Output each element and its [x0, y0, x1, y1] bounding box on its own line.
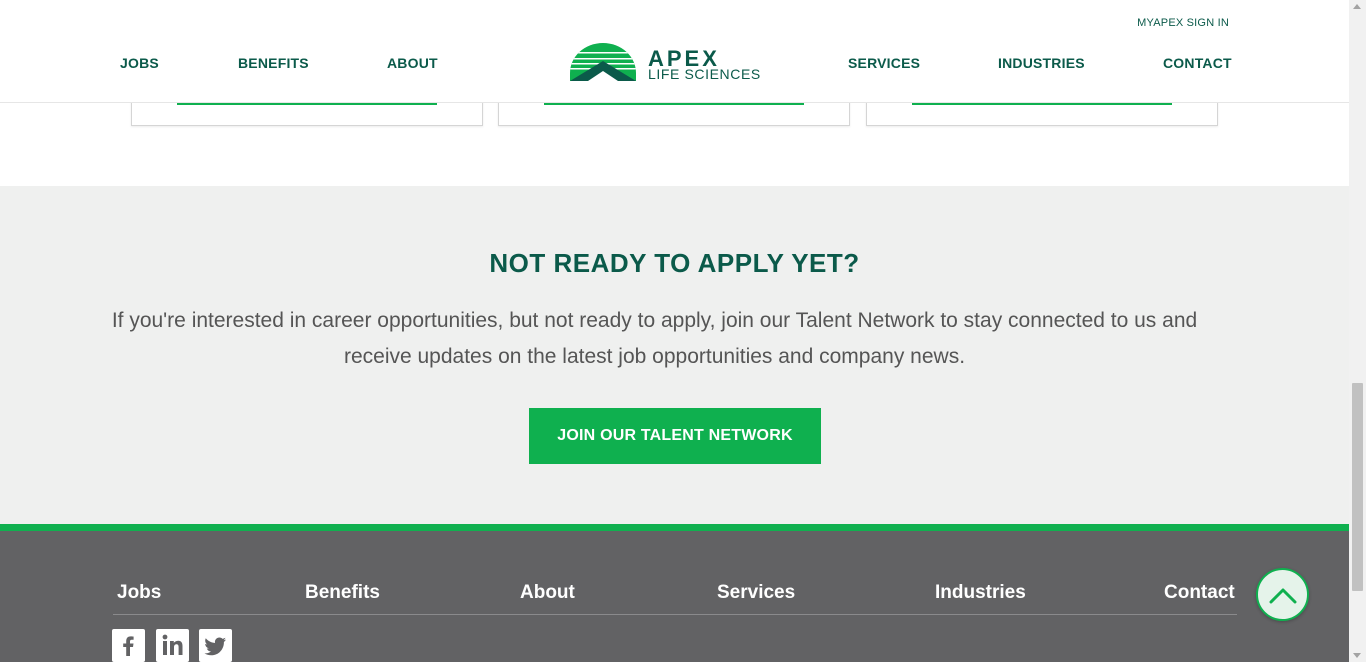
talent-network-section: NOT READY TO APPLY YET? If you're intere… [0, 186, 1349, 524]
footer-link-jobs[interactable]: Jobs [117, 582, 161, 604]
footer-accent-stripe [0, 524, 1349, 531]
nav-about[interactable]: ABOUT [387, 55, 438, 71]
apex-logo-mark-icon [570, 43, 636, 81]
nav-benefits[interactable]: BENEFITS [238, 55, 309, 71]
scrollbar-thumb[interactable] [1352, 383, 1363, 591]
nav-jobs[interactable]: JOBS [120, 55, 159, 71]
cta-heading: NOT READY TO APPLY YET? [489, 248, 860, 278]
scroll-down-arrow-icon[interactable] [1353, 653, 1361, 658]
page: MYAPEX SIGN IN JOBS BENEFITS ABOUT APEX [0, 0, 1349, 662]
footer-link-benefits[interactable]: Benefits [305, 582, 380, 604]
chevron-up-icon [1269, 588, 1296, 603]
card-button-underline[interactable] [912, 103, 1172, 105]
footer-divider [113, 614, 1237, 615]
facebook-glyph-icon [123, 636, 134, 656]
footer-link-contact[interactable]: Contact [1164, 582, 1235, 604]
logo-tagline: LIFE SCIENCES [648, 66, 761, 82]
twitter-icon[interactable] [199, 629, 232, 662]
nav-services[interactable]: SERVICES [848, 55, 920, 71]
back-to-top-button[interactable] [1256, 568, 1309, 621]
nav-contact[interactable]: CONTACT [1163, 55, 1232, 71]
vertical-scrollbar[interactable] [1349, 0, 1366, 662]
footer-link-about[interactable]: About [520, 582, 575, 604]
join-talent-network-button[interactable]: JOIN OUR TALENT NETWORK [529, 408, 821, 464]
cta-description: If you're interested in career opportuni… [111, 309, 1198, 368]
scroll-up-arrow-icon[interactable] [1353, 4, 1361, 9]
twitter-glyph-icon [204, 637, 226, 656]
site-footer: Jobs Benefits About Services Industries … [0, 531, 1349, 662]
nav-industries[interactable]: INDUSTRIES [998, 55, 1085, 71]
footer-link-industries[interactable]: Industries [935, 582, 1026, 604]
apex-logo[interactable]: APEX LIFE SCIENCES [570, 43, 782, 83]
myapex-signin-link[interactable]: MYAPEX SIGN IN [1137, 17, 1229, 29]
facebook-icon[interactable] [112, 629, 145, 662]
linkedin-glyph-icon [162, 634, 183, 655]
card-button-underline[interactable] [544, 103, 804, 105]
card-button-underline[interactable] [177, 103, 437, 105]
linkedin-icon[interactable] [156, 629, 189, 662]
footer-link-services[interactable]: Services [717, 582, 795, 604]
site-header: MYAPEX SIGN IN JOBS BENEFITS ABOUT APEX [0, 0, 1349, 103]
